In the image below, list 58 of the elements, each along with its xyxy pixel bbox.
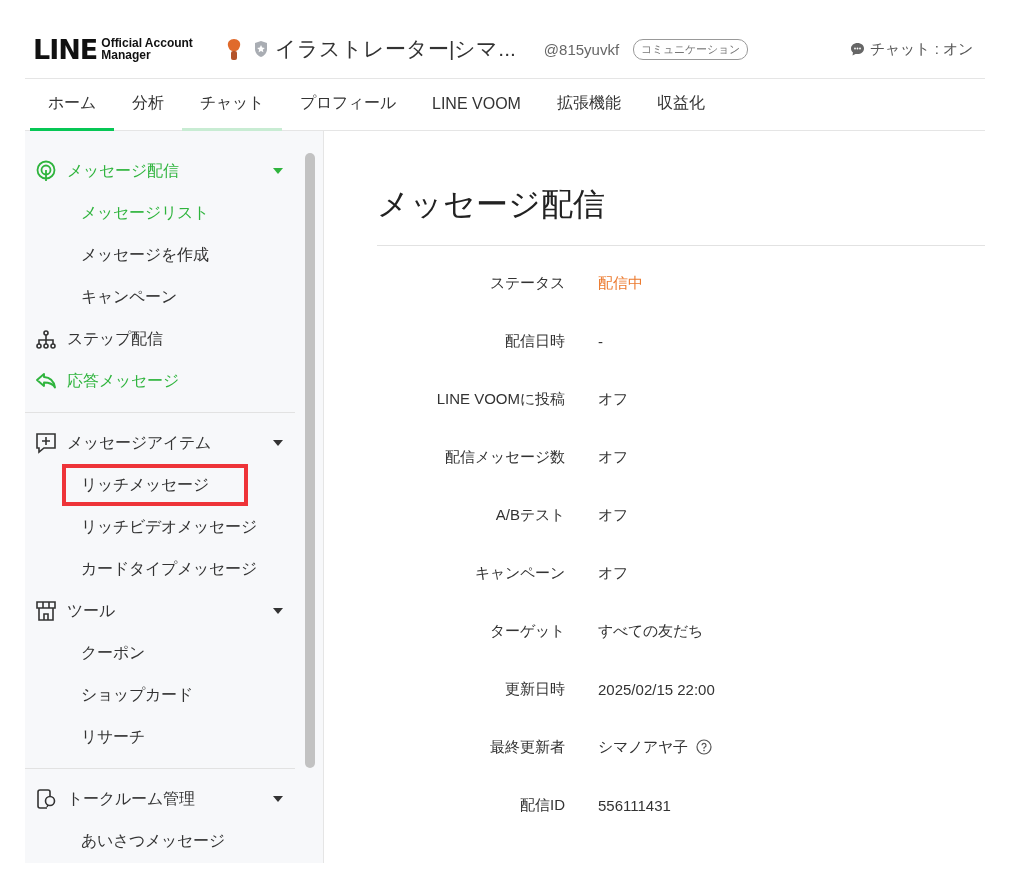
logo-wordmark: LINE (33, 33, 98, 65)
account-id: @815yuvkf (543, 40, 620, 58)
detail-label: 配信日時 (504, 331, 565, 351)
sidebar-item[interactable]: キャンペーン (62, 276, 248, 318)
nav-tab[interactable]: プロフィール (282, 79, 414, 131)
nav-tab[interactable]: LINE VOOM (414, 79, 539, 131)
detail-value: - (598, 332, 603, 350)
hierarchy-icon (35, 328, 57, 350)
chat-status[interactable]: チャット : オン (870, 39, 973, 59)
nav-tab[interactable]: 分析 (114, 79, 182, 131)
sidebar-item[interactable]: カードタイプメッセージ (62, 548, 273, 590)
detail-label: 配信ID (519, 795, 565, 815)
nav-tab[interactable]: 収益化 (638, 79, 723, 131)
shop-icon (35, 600, 57, 622)
detail-label: A/Bテスト (494, 505, 565, 525)
add-message-icon (35, 432, 57, 454)
shield-icon (252, 40, 269, 58)
sidebar-group[interactable]: ツール (67, 600, 115, 622)
status-value: 配信中 (598, 273, 643, 293)
sidebar-item[interactable]: リッチビデオメッセージ (62, 506, 273, 548)
detail-label: 配信メッセージ数 (444, 447, 565, 467)
detail-value: 556111431 (598, 796, 671, 814)
detail-value: オフ (598, 563, 628, 583)
detail-label: ターゲット (489, 621, 565, 641)
nav-tab[interactable]: 拡張機能 (538, 79, 639, 131)
sidebar-item[interactable]: あいさつメッセージ (62, 820, 248, 862)
scrollbar[interactable] (305, 153, 315, 768)
page-title: メッセージ配信 (377, 131, 985, 246)
detail-value: オフ (598, 447, 628, 467)
logo-subtitle: Manager (101, 49, 152, 61)
sidebar-item[interactable]: メッセージを作成 (62, 234, 248, 276)
sidebar-group[interactable]: ステップ配信 (67, 328, 163, 350)
detail-value: オフ (598, 505, 628, 525)
plan-badge: コミュニケーション (633, 38, 749, 60)
help-icon[interactable] (696, 739, 712, 755)
detail-label: キャンペーン (474, 563, 565, 583)
caret-icon[interactable] (273, 608, 283, 614)
broadcast-icon (35, 160, 57, 182)
detail-label: 更新日時 (504, 679, 565, 699)
detail-label: 最終更新者 (489, 737, 565, 757)
detail-label: LINE VOOMに投稿 (435, 389, 565, 409)
phone-chat-icon (35, 788, 57, 810)
account-name: イラストレーター|シマ... (274, 36, 516, 62)
caret-icon[interactable] (273, 796, 283, 802)
caret-icon[interactable] (273, 440, 283, 446)
sidebar-item[interactable]: ショップカード (62, 674, 248, 716)
sidebar-item[interactable]: リッチメッセージ (62, 464, 248, 506)
sidebar-item[interactable]: リサーチ (62, 716, 248, 758)
sidebar-group[interactable]: メッセージアイテム (67, 432, 211, 454)
detail-value: すべての友だち (598, 621, 703, 641)
detail-value: 2025/02/15 22:00 (598, 680, 715, 698)
sidebar-item[interactable]: クーポン (62, 632, 248, 674)
sidebar-group[interactable]: トークルーム管理 (67, 788, 195, 810)
detail-value: オフ (598, 389, 628, 409)
logo-subtitle: Official Account (101, 37, 193, 49)
detail-value: シマノアヤ子 (598, 737, 688, 757)
chat-bubble-icon (850, 41, 866, 57)
detail-label: ステータス (489, 273, 565, 293)
